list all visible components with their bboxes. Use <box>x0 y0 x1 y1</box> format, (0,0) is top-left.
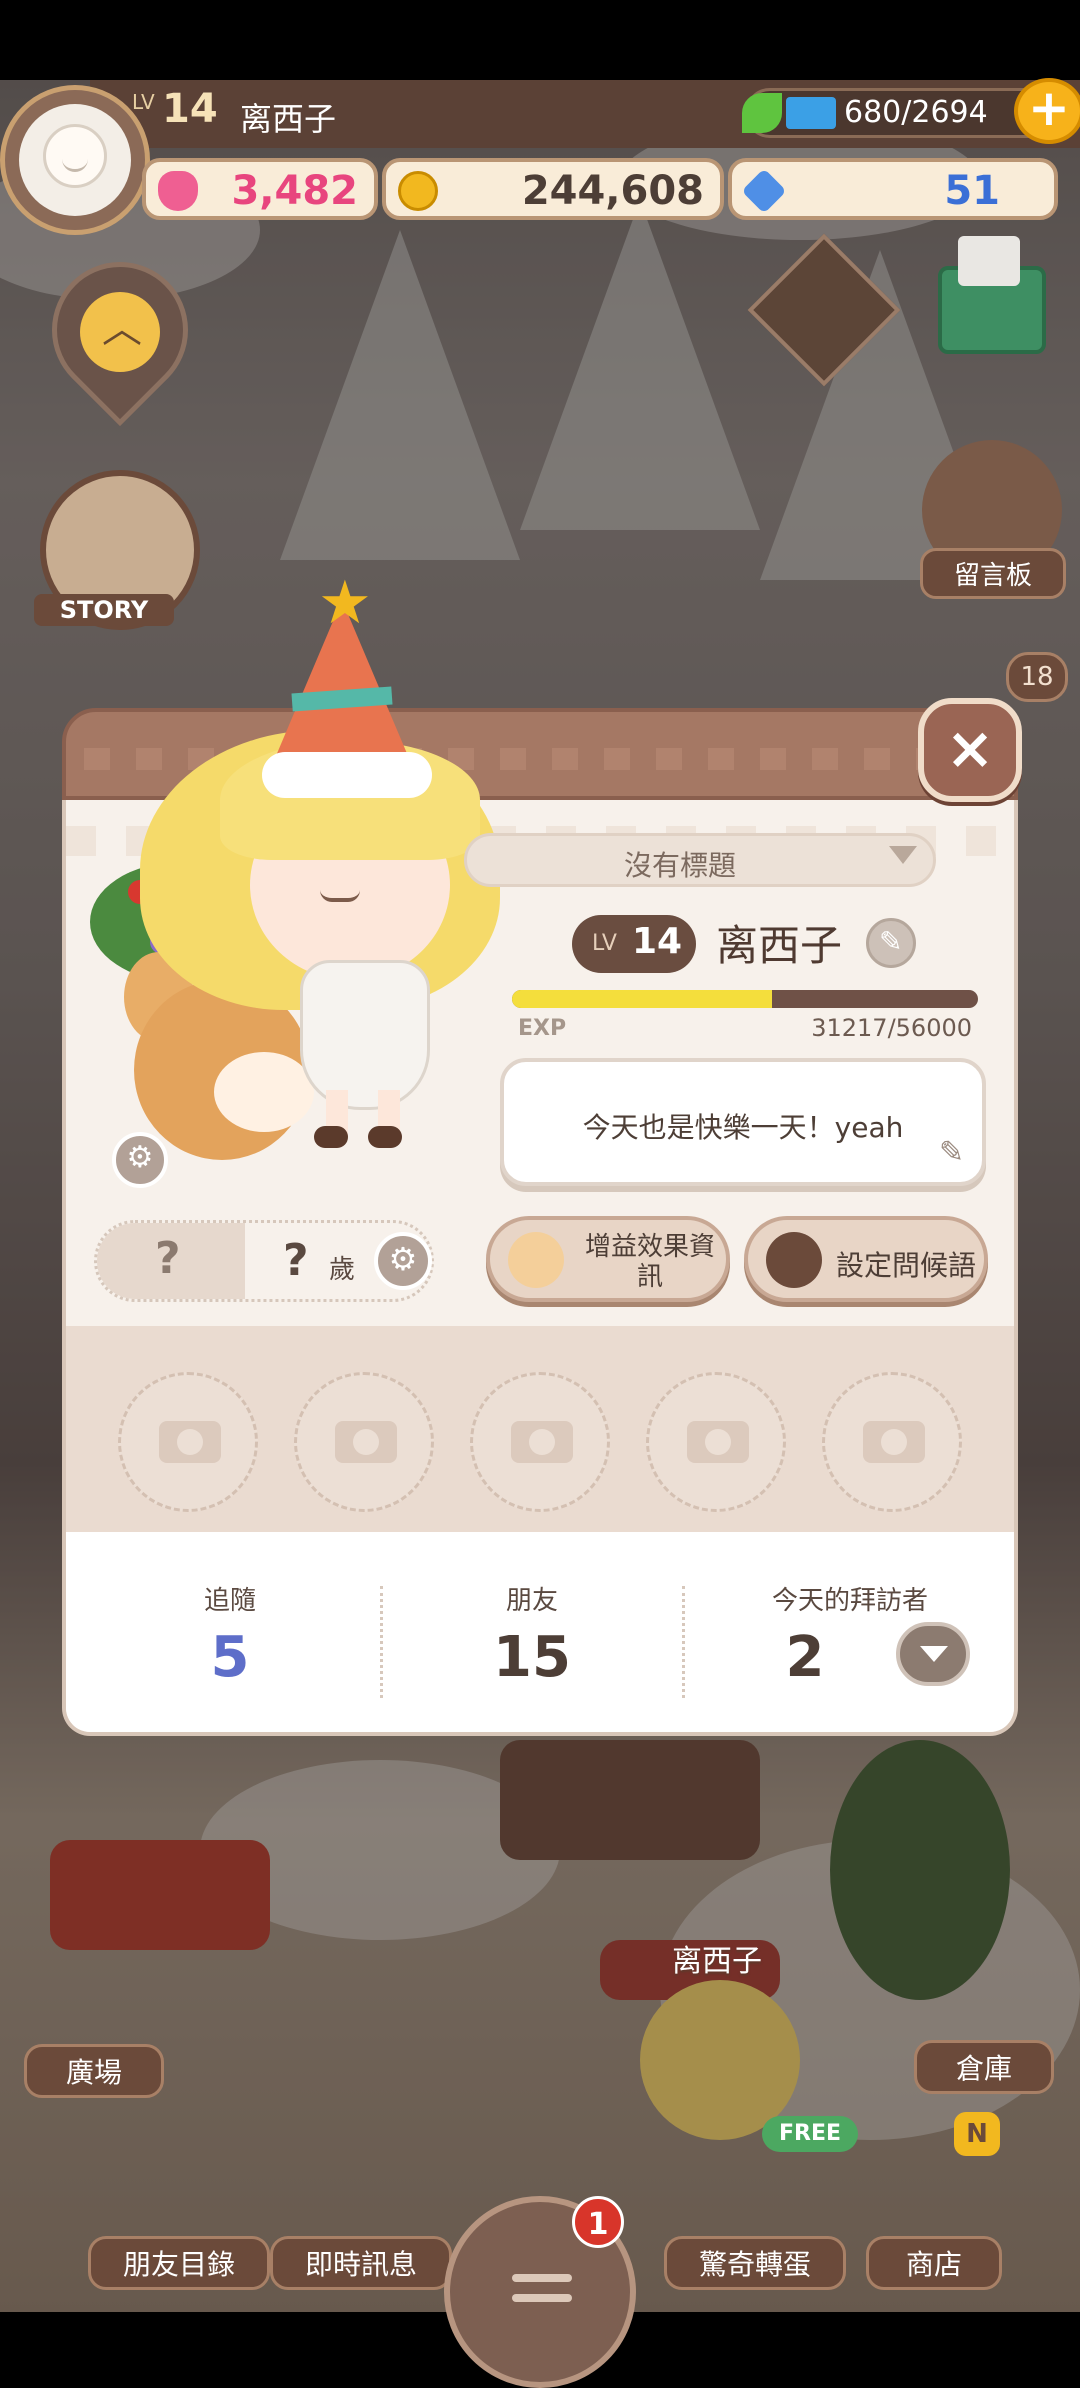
leaf-icon <box>742 93 782 133</box>
add-photo-slot-camera-icon[interactable] <box>822 1372 962 1512</box>
character-shoe <box>314 1126 348 1148</box>
stat-friends[interactable]: 朋友 15 <box>382 1580 682 1690</box>
level-prefix: LV <box>592 931 617 956</box>
exp-progress-bar <box>512 990 978 1008</box>
set-greeting-button[interactable]: 設定問候語 <box>744 1216 988 1302</box>
add-gems-button[interactable]: + <box>1014 78 1080 144</box>
shop-button[interactable]: 商店 <box>866 2236 1002 2290</box>
gender-unknown-icon <box>97 1223 245 1299</box>
avatar <box>19 104 131 216</box>
gender-settings-gear-icon[interactable]: ⚙ <box>374 1232 432 1290</box>
message-board-label: 留言板 <box>920 548 1066 599</box>
set-greeting-label: 設定問候語 <box>836 1249 977 1282</box>
scene-character-name: 离西子 <box>672 1944 762 1979</box>
story-label: STORY <box>34 594 174 626</box>
gold-coin-icon <box>398 171 438 211</box>
buff-info-button[interactable]: 增益效果資訊 <box>486 1216 730 1302</box>
greeting-bubble[interactable]: 今天也是快樂一天！yeah ✎ <box>500 1058 986 1186</box>
divider <box>682 1586 685 1698</box>
chevron-down-icon <box>889 846 917 864</box>
stat-friends-label: 朋友 <box>505 1586 558 1616</box>
gems-value: 51 <box>944 168 1000 214</box>
level-prefix: LV <box>132 90 155 114</box>
inventory-box-icon[interactable] <box>938 236 1046 354</box>
profile-level: 14 <box>632 921 683 962</box>
edit-name-pencil-icon[interactable] <box>866 918 916 968</box>
gold-counter[interactable]: 244,608 <box>382 158 724 220</box>
close-button[interactable]: × <box>918 698 1022 802</box>
heart-icon <box>158 171 198 211</box>
title-dropdown-value: 沒有標題 <box>623 849 736 882</box>
gems-counter[interactable]: 51 <box>728 158 1058 220</box>
energy-fill <box>786 97 836 129</box>
menu-icon-line <box>512 2294 572 2302</box>
plaza-button[interactable]: 廣場 <box>24 2044 164 2098</box>
star-icon: ★ <box>318 568 372 638</box>
title-dropdown[interactable]: 沒有標題 <box>464 833 936 887</box>
waving-person-icon <box>766 1232 822 1288</box>
player-level: 14 <box>162 86 218 132</box>
exp-label: EXP <box>518 1016 567 1041</box>
top-status-bar: LV 14 离西子 680/2694 3,482 244,608 51 <box>0 80 1080 235</box>
buff-arrow-up-icon <box>508 1232 564 1288</box>
hearts-value: 3,482 <box>231 168 358 214</box>
gold-value: 244,608 <box>521 168 704 214</box>
menu-notification-badge: 1 <box>572 2196 624 2248</box>
add-photo-slot-camera-icon[interactable] <box>646 1372 786 1512</box>
player-avatar-button[interactable] <box>0 85 150 235</box>
chevron-up-icon <box>80 292 160 372</box>
age-unit: 歲 <box>329 1255 356 1285</box>
buff-info-label: 增益效果資訊 <box>584 1232 715 1292</box>
stat-visitors-value: 2 <box>785 1625 825 1690</box>
friend-list-button[interactable]: 朋友目錄 <box>88 2236 270 2290</box>
stat-follow-value: 5 <box>210 1625 250 1690</box>
stat-follow-label: 追隨 <box>203 1586 256 1616</box>
notification-badge: 18 <box>1006 652 1068 702</box>
warehouse-button[interactable]: 倉庫 <box>914 2040 1054 2094</box>
instant-message-button[interactable]: 即時訊息 <box>270 2236 452 2290</box>
menu-icon-line <box>512 2274 572 2282</box>
player-name: 离西子 <box>240 100 337 138</box>
profile-name: 离西子 <box>716 921 843 970</box>
pencil-icon: ✎ <box>938 1135 964 1170</box>
add-photo-slot-camera-icon[interactable] <box>118 1372 258 1512</box>
free-tag: FREE <box>762 2116 858 2152</box>
hearts-counter[interactable]: 3,482 <box>142 158 378 220</box>
new-tag: N <box>954 2112 1000 2156</box>
party-hat-brim <box>262 752 432 798</box>
exp-value: 31217/56000 <box>811 1014 972 1042</box>
level-badge: LV 14 <box>572 915 696 973</box>
avatar-face-icon <box>43 124 107 188</box>
stat-friends-value: 15 <box>493 1625 571 1690</box>
add-photo-slot-camera-icon[interactable] <box>294 1372 434 1512</box>
avatar-settings-gear-icon[interactable]: ⚙ <box>112 1132 168 1188</box>
character-shoe <box>368 1126 402 1148</box>
exp-progress-fill <box>512 990 772 1008</box>
age-value: ? <box>283 1235 309 1286</box>
visitors-dropdown-button[interactable] <box>896 1622 970 1686</box>
cat-face <box>214 1052 314 1132</box>
add-photo-slot-camera-icon[interactable] <box>470 1372 610 1512</box>
gem-icon <box>741 168 787 214</box>
energy-value: 680/2694 <box>844 95 988 130</box>
stat-visitors-label: 今天的拜訪者 <box>771 1586 928 1616</box>
stat-follow[interactable]: 追隨 5 <box>80 1580 380 1690</box>
gacha-button[interactable]: 驚奇轉蛋 <box>664 2236 846 2290</box>
greeting-text: 今天也是快樂一天！yeah <box>582 1111 904 1144</box>
character-dress <box>300 960 430 1110</box>
